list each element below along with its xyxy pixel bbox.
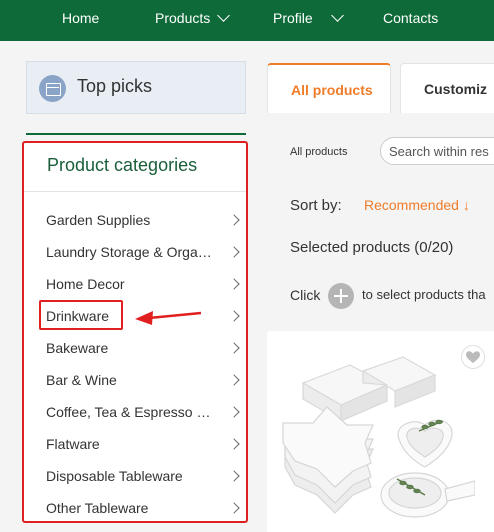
category-label: Garden Supplies xyxy=(46,212,151,228)
nav-contacts[interactable]: Contacts xyxy=(383,0,438,41)
click-hint-prefix: Click xyxy=(290,287,321,303)
search-input[interactable] xyxy=(389,142,494,160)
tab-customized[interactable]: Customiz xyxy=(400,63,494,113)
chevron-right-icon xyxy=(228,406,240,418)
category-label: Laundry Storage & Organ... xyxy=(46,244,212,260)
chevron-right-icon xyxy=(228,374,240,386)
category-label: Other Tableware xyxy=(46,500,149,516)
category-item-flatware[interactable]: Flatware xyxy=(46,432,240,456)
sort-by-label: Sort by: xyxy=(290,197,342,214)
product-categories-panel: Product categories Garden Supplies Laund… xyxy=(22,141,248,523)
annotation-highlight-box xyxy=(39,300,123,330)
category-item-bakeware[interactable]: Bakeware xyxy=(46,336,240,360)
nav-home-label: Home xyxy=(62,10,100,26)
chevron-right-icon xyxy=(228,310,240,322)
category-label: Bakeware xyxy=(46,340,109,356)
category-item-bar-wine[interactable]: Bar & Wine xyxy=(46,368,240,392)
nav-home[interactable]: Home xyxy=(62,0,99,41)
tab-all-products[interactable]: All products xyxy=(267,63,391,113)
category-item-garden-supplies[interactable]: Garden Supplies xyxy=(46,208,240,232)
chevron-right-icon xyxy=(228,278,240,290)
nav-contacts-label: Contacts xyxy=(383,10,439,26)
top-picks-label: Top picks xyxy=(77,76,153,96)
plus-circle-icon[interactable] xyxy=(328,283,354,309)
category-item-coffee-tea[interactable]: Coffee, Tea & Espresso S... xyxy=(46,400,240,424)
tab-label: Customiz xyxy=(424,81,487,97)
category-label: Bar & Wine xyxy=(46,372,117,388)
chevron-right-icon xyxy=(228,470,240,482)
category-label: Home Decor xyxy=(46,276,125,292)
chevron-down-icon xyxy=(217,9,231,22)
tab-label: All products xyxy=(291,82,373,98)
category-item-home-decor[interactable]: Home Decor xyxy=(46,272,240,296)
category-label: Coffee, Tea & Espresso S... xyxy=(46,404,212,420)
sort-recommended[interactable]: Recommended ↓ xyxy=(364,197,470,213)
selected-products-count: Selected products (0/20) xyxy=(290,239,454,256)
gallery-icon xyxy=(39,75,66,102)
category-item-other-tableware[interactable]: Other Tableware xyxy=(46,496,240,520)
divider xyxy=(26,133,246,135)
chevron-right-icon xyxy=(228,214,240,226)
chevron-right-icon xyxy=(228,342,240,354)
category-label: Flatware xyxy=(46,436,100,452)
category-item-laundry-storage[interactable]: Laundry Storage & Organ... xyxy=(46,240,240,264)
nav-profile-label: Profile xyxy=(273,10,313,26)
annotation-arrow-icon xyxy=(135,311,202,325)
chevron-down-icon xyxy=(330,9,344,22)
nav-products[interactable]: Products xyxy=(155,0,231,41)
click-hint-suffix: to select products tha xyxy=(362,287,486,302)
chevron-right-icon xyxy=(228,502,240,514)
product-image xyxy=(282,356,475,518)
nav-products-label: Products xyxy=(155,10,211,26)
nav-profile[interactable]: Profile xyxy=(273,0,344,41)
top-picks-link[interactable]: Top picks xyxy=(26,61,246,114)
chevron-right-icon xyxy=(228,246,240,258)
filter-all-products[interactable]: All products xyxy=(290,146,347,158)
categories-title: Product categories xyxy=(47,155,198,175)
category-item-disposable-tableware[interactable]: Disposable Tableware xyxy=(46,464,240,488)
divider xyxy=(24,191,246,192)
top-navbar: Home Products Profile Contacts xyxy=(0,0,494,41)
chevron-right-icon xyxy=(228,438,240,450)
search-within-results[interactable] xyxy=(380,137,494,165)
category-label: Disposable Tableware xyxy=(46,468,183,484)
